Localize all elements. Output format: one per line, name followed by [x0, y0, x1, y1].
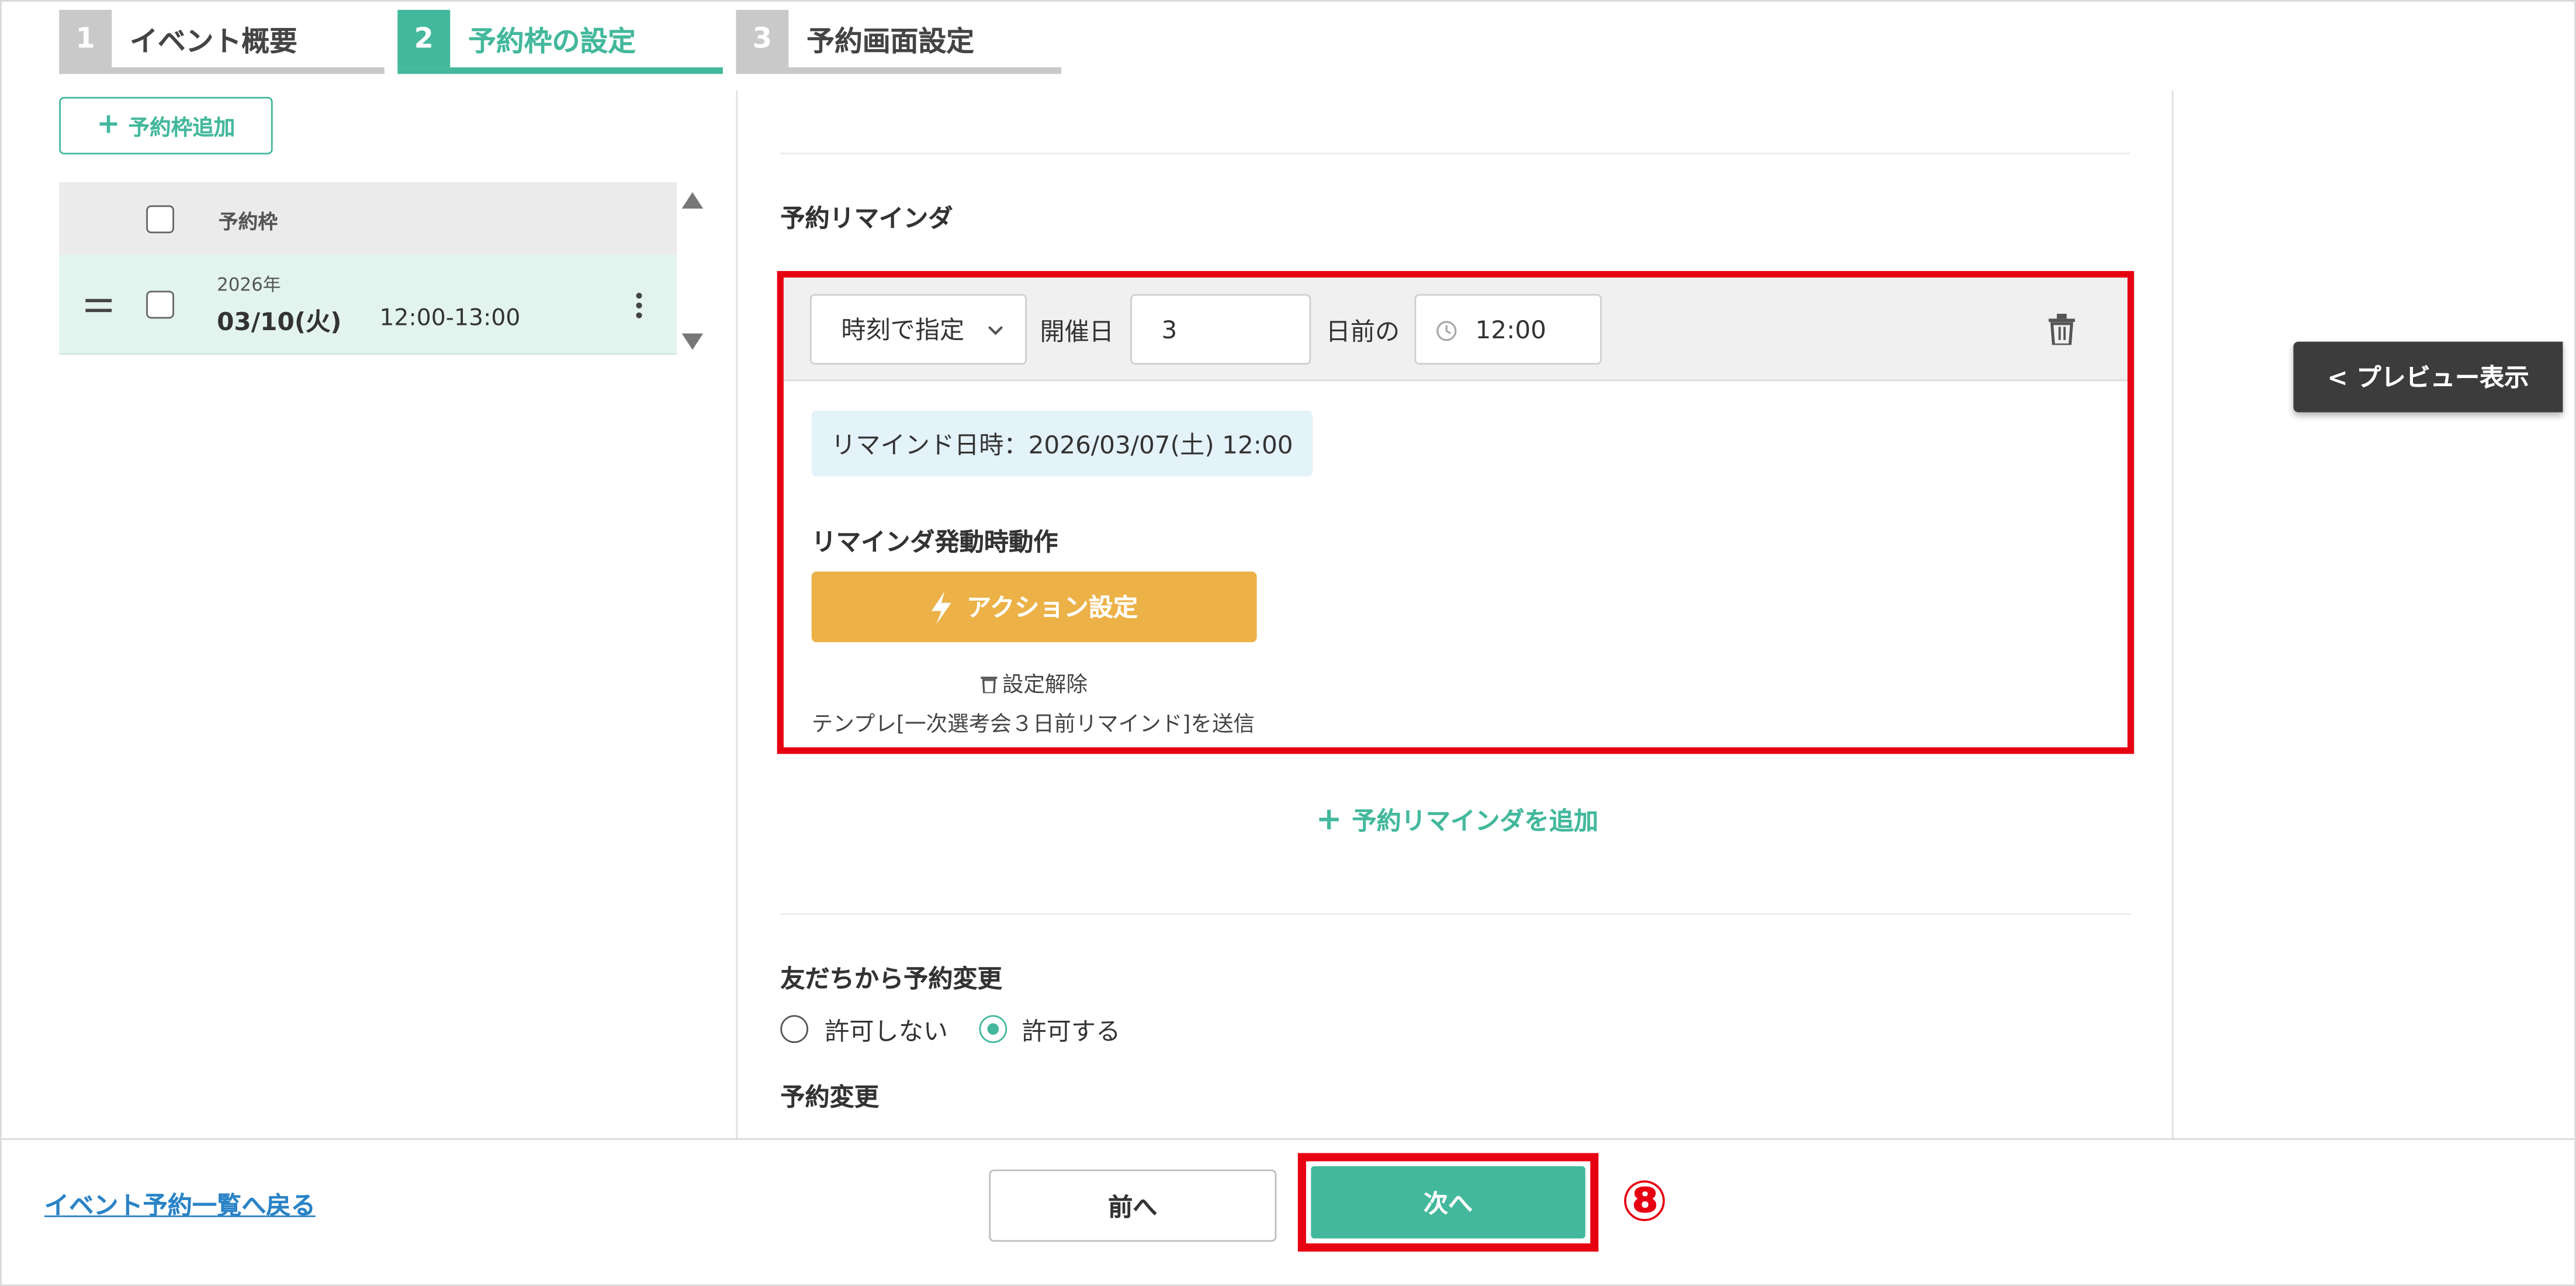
reminder-time-input[interactable]: 12:00: [1414, 294, 1602, 365]
add-slot-label: 予約枠追加: [128, 116, 236, 141]
radio-disallow[interactable]: [780, 1015, 809, 1044]
friend-change-title: 友だちから予約変更: [780, 964, 1002, 994]
slot-checkbox[interactable]: [146, 290, 174, 319]
scroll-down-icon[interactable]: [681, 333, 704, 350]
drag-handle-icon[interactable]: [85, 297, 112, 314]
trash-icon: [981, 675, 998, 692]
step-tab-booking-screen[interactable]: 3 予約画面設定: [736, 9, 1062, 74]
step-tab-event-overview[interactable]: 1 イベント概要: [59, 9, 385, 74]
step-label: イベント概要: [130, 26, 297, 60]
prev-button[interactable]: 前へ: [989, 1169, 1277, 1242]
event-reservation-editor: 1 イベント概要 2 予約枠の設定 3 予約画面設定 + 予約枠追加 予約枠 2…: [0, 0, 2576, 1286]
template-note: テンプレ[一次選考会３日前リマインド]を送信: [811, 713, 1255, 738]
radio-disallow-label: 許可しない: [825, 1017, 948, 1046]
slot-year: 2026年: [217, 274, 281, 296]
unset-action-link[interactable]: 設定解除: [981, 667, 1088, 698]
select-all-checkbox[interactable]: [146, 205, 174, 234]
step-label: 予約枠の設定: [468, 26, 636, 60]
plus-icon: +: [96, 108, 120, 141]
reminder-mode-select[interactable]: 時刻で指定: [809, 294, 1027, 365]
back-to-list-link[interactable]: イベント予約一覧へ戻る: [44, 1187, 316, 1222]
add-reminder-label: 予約リマインダを追加: [1352, 806, 1599, 836]
slot-time: 12:00-13:00: [379, 305, 521, 332]
plus-icon: +: [1315, 801, 1342, 838]
days-before-input[interactable]: 3: [1130, 294, 1311, 365]
step-number: 2: [397, 9, 451, 68]
days-before-value: 3: [1161, 314, 1178, 344]
action-settings-label: アクション設定: [966, 592, 1138, 623]
preview-toggle-button[interactable]: < プレビュー表示: [2293, 341, 2563, 413]
action-title: リマインダ発動時動作: [811, 527, 1058, 557]
section-divider: [780, 152, 2131, 155]
add-slot-button[interactable]: + 予約枠追加: [59, 96, 273, 155]
trash-icon[interactable]: [2048, 313, 2075, 345]
step-number: 1: [59, 9, 112, 68]
footer-bar: [1, 1138, 2575, 1285]
step-label: 予約画面設定: [806, 26, 975, 60]
reminder-mode-value: 時刻で指定: [841, 315, 965, 345]
step-tab-slot-settings[interactable]: 2 予約枠の設定: [397, 9, 723, 74]
reminder-time-value: 12:00: [1475, 314, 1546, 344]
chevron-down-icon: [988, 325, 1003, 335]
radio-allow-label: 許可する: [1022, 1017, 1121, 1046]
add-reminder-link[interactable]: + 予約リマインダを追加: [1316, 803, 1598, 838]
column-divider: [2172, 90, 2174, 1139]
days-before-label: 日前の: [1325, 317, 1400, 347]
column-divider: [736, 90, 738, 1139]
next-button[interactable]: 次へ: [1311, 1166, 1585, 1239]
scroll-up-icon[interactable]: [681, 192, 704, 209]
slot-column-header: 予約枠: [218, 210, 278, 234]
booking-change-title: 予約変更: [780, 1082, 880, 1112]
more-vertical-icon[interactable]: [636, 292, 642, 318]
radio-allow[interactable]: [979, 1015, 1007, 1044]
remind-datetime-badge: リマインド日時：2026/03/07(土) 12:00: [811, 410, 1313, 477]
slot-date: 03/10(火): [217, 307, 342, 337]
section-divider: [780, 913, 2131, 915]
unset-label: 設定解除: [1002, 673, 1088, 698]
slot-table-header: 予約枠: [59, 182, 677, 255]
step-number: 3: [736, 9, 789, 68]
clock-icon: [1436, 321, 1457, 341]
reminder-section-title: 予約リマインダ: [780, 203, 953, 234]
lightning-icon: [932, 590, 952, 623]
action-settings-button[interactable]: アクション設定: [811, 571, 1257, 643]
slot-row[interactable]: 2026年 03/10(火) 12:00-13:00: [59, 254, 677, 355]
event-day-label: 開催日: [1040, 317, 1114, 347]
step-marker-annotation: ⑧: [1621, 1169, 1668, 1236]
